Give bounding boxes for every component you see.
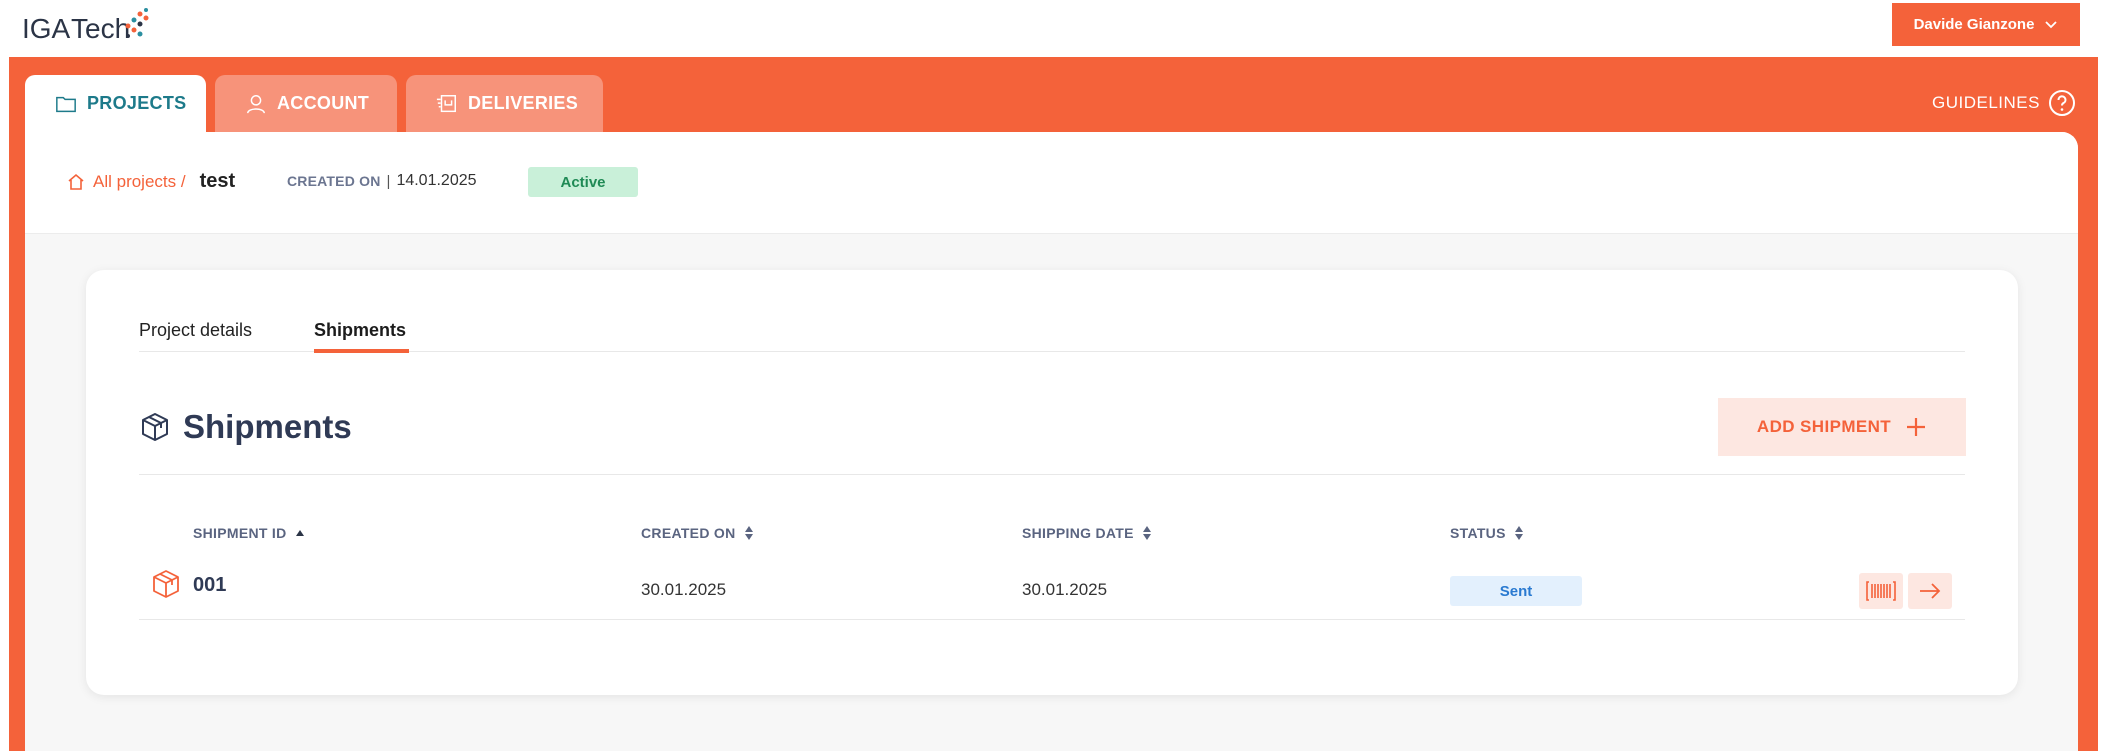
column-header-label: SHIPMENT ID [193,525,287,541]
logo-text-main: IGA [22,13,71,44]
section-title-text: Shipments [183,408,352,445]
active-subtab-indicator [314,349,409,353]
home-icon[interactable] [67,173,85,191]
tab-deliveries[interactable]: DELIVERIES [406,75,603,132]
chevron-down-icon [2045,20,2058,28]
column-header-label: SHIPPING DATE [1022,525,1134,541]
tab-account-label: ACCOUNT [277,93,370,113]
breadcrumb-root-link[interactable]: All projects / [93,172,186,192]
created-on-value: 14.01.2025 [396,172,477,189]
help-circle-icon [2048,90,2075,116]
folder-icon [56,96,76,112]
tab-account[interactable]: ACCOUNT [215,75,397,132]
arrow-right-icon [1920,583,1941,599]
main-panel: All projects / test CREATED ON | 14.01.2… [25,132,2078,751]
column-header-shipping-date[interactable]: SHIPPING DATE [1022,525,1152,541]
shipment-id: 001 [193,574,227,596]
column-header-shipment-id[interactable]: SHIPMENT ID [193,525,305,541]
breadcrumb: All projects / test [67,170,235,193]
subtab-bar: Project details Shipments [139,300,1965,353]
package-icon [142,413,168,441]
column-header-created-on[interactable]: CREATED ON [641,525,754,541]
user-icon [247,94,265,113]
plus-icon [1907,418,1926,436]
add-shipment-label: ADD SHIPMENT [1756,417,1892,436]
shipment-shipping-date: 30.01.2025 [1022,580,1108,599]
add-shipment-button[interactable]: ADD SHIPMENT [1718,398,1966,456]
package-icon [153,570,179,598]
sort-asc-icon [295,530,304,536]
section-title: Shipments [139,408,352,446]
project-status-badge: Active [528,167,638,197]
breadcrumb-current: test [199,170,236,192]
section-divider [139,474,1965,475]
tab-deliveries-label: DELIVERIES [468,93,579,113]
delivery-icon [436,94,456,112]
created-on-label: CREATED ON [287,173,381,189]
table-row[interactable]: 001 30.01.2025 30.01.2025 Sent [139,560,1965,620]
column-header-status[interactable]: STATUS [1450,525,1524,541]
tab-projects[interactable]: PROJECTS [25,75,206,132]
shipment-created-on: 30.01.2025 [641,580,727,599]
sort-icon [1142,526,1151,540]
user-name: Davide Gianzone [1913,16,2035,33]
subtab-shipments[interactable]: Shipments [314,320,406,341]
guidelines-label: GUIDELINES [1932,93,2040,112]
project-header: All projects / test CREATED ON | 14.01.2… [25,132,2078,234]
sort-icon [1514,526,1523,540]
project-created: CREATED ON | 14.01.2025 [287,172,477,190]
tab-projects-label: PROJECTS [87,93,187,113]
barcode-icon [1866,581,1896,601]
logo-text-rest: Tech [71,13,130,44]
column-header-label: STATUS [1450,525,1506,541]
igatech-logo[interactable]: IGA Tech [22,6,152,46]
open-shipment-button[interactable] [1908,573,1952,609]
user-menu-button[interactable]: Davide Gianzone [1892,3,2080,46]
barcode-button[interactable] [1859,573,1903,609]
created-separator: | [386,172,391,190]
guidelines-link[interactable]: GUIDELINES [1932,88,2076,118]
sort-icon [744,526,753,540]
subtab-project-details[interactable]: Project details [139,320,252,341]
top-bar: IGA Tech Davide Gianzone [0,0,2103,57]
shipments-card: Project details Shipments Shipments ADD … [86,270,2018,695]
column-header-label: CREATED ON [641,525,736,541]
shipment-status-badge: Sent [1450,576,1582,606]
